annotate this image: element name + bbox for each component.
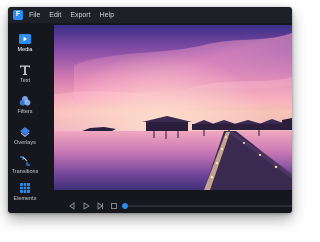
playhead-knob[interactable]: [122, 203, 128, 209]
sidebar: Media Text Filters Overlays Transitions …: [8, 23, 42, 213]
sunset-scene-image: [54, 25, 292, 190]
sidebar-item-label: Transitions: [11, 169, 39, 175]
sidebar-item-label: Overlays: [14, 140, 36, 146]
sidebar-item-label: Elements: [13, 196, 37, 202]
sidebar-item-text[interactable]: Text: [8, 62, 42, 88]
sidebar-item-filters[interactable]: Filters: [8, 93, 42, 119]
sidebar-item-overlays[interactable]: Overlays: [8, 124, 42, 150]
menu-help[interactable]: Help: [100, 12, 114, 19]
menu-export[interactable]: Export: [70, 12, 90, 19]
sidebar-item-media[interactable]: Media: [8, 31, 42, 57]
overlays-icon: [20, 127, 30, 137]
sidebar-item-transitions[interactable]: Transitions: [8, 153, 42, 179]
next-icon[interactable]: [96, 202, 104, 210]
menu-edit[interactable]: Edit: [49, 12, 61, 19]
menu-file[interactable]: File: [29, 12, 40, 19]
transitions-icon: [20, 156, 30, 166]
text-icon: [20, 65, 30, 75]
media-icon: [19, 34, 31, 44]
filters-icon: [19, 96, 31, 106]
menu-bar: File Edit Export Help: [29, 7, 123, 23]
play-icon[interactable]: [82, 202, 90, 210]
sidebar-item-label: Text: [19, 78, 31, 84]
title-bar: F File Edit Export Help: [8, 7, 292, 23]
sidebar-item-label: Media: [17, 47, 33, 53]
playback-controls: [42, 199, 292, 213]
progress-track[interactable]: [128, 205, 292, 207]
sidebar-item-elements[interactable]: Elements: [8, 180, 42, 206]
elements-icon: [20, 183, 30, 193]
sidebar-item-label: Filters: [17, 109, 33, 115]
video-preview[interactable]: [54, 25, 292, 190]
previous-icon[interactable]: [68, 202, 76, 210]
stop-icon[interactable]: [110, 202, 118, 210]
app-logo[interactable]: F: [13, 10, 23, 20]
